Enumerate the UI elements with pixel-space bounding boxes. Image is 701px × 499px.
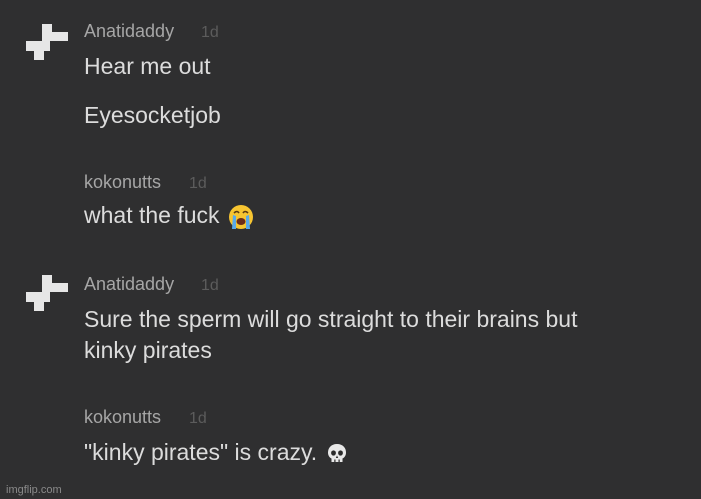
skull-icon xyxy=(328,443,347,462)
comment-text: what the fuck xyxy=(84,202,220,228)
comment-username[interactable]: kokonutts xyxy=(84,172,161,193)
comment-text: "kinky pirates" is crazy. xyxy=(84,439,318,465)
user-avatar-icon[interactable] xyxy=(24,24,68,60)
comment-timestamp: 1d xyxy=(201,277,219,294)
comment-text: Eyesocketjob xyxy=(84,102,221,128)
comment-text-row: "kinky pirates" is crazy. xyxy=(84,437,349,467)
comment-timestamp: 1d xyxy=(189,410,207,427)
comment-text: kinky pirates xyxy=(84,337,212,363)
comment-text: Sure the sperm will go straight to their… xyxy=(84,306,578,332)
loudly-crying-face-icon xyxy=(228,204,253,229)
user-avatar-icon[interactable] xyxy=(24,275,68,311)
comment-username[interactable]: Anatidaddy xyxy=(84,274,174,295)
comment-username[interactable]: Anatidaddy xyxy=(84,21,174,42)
comment-timestamp: 1d xyxy=(201,24,219,41)
comment-username[interactable]: kokonutts xyxy=(84,407,161,428)
comment-timestamp: 1d xyxy=(189,175,207,192)
watermark: imgflip.com xyxy=(6,484,62,496)
comment-text: Hear me out xyxy=(84,53,211,79)
comment-text-row: what the fuck xyxy=(84,200,254,230)
